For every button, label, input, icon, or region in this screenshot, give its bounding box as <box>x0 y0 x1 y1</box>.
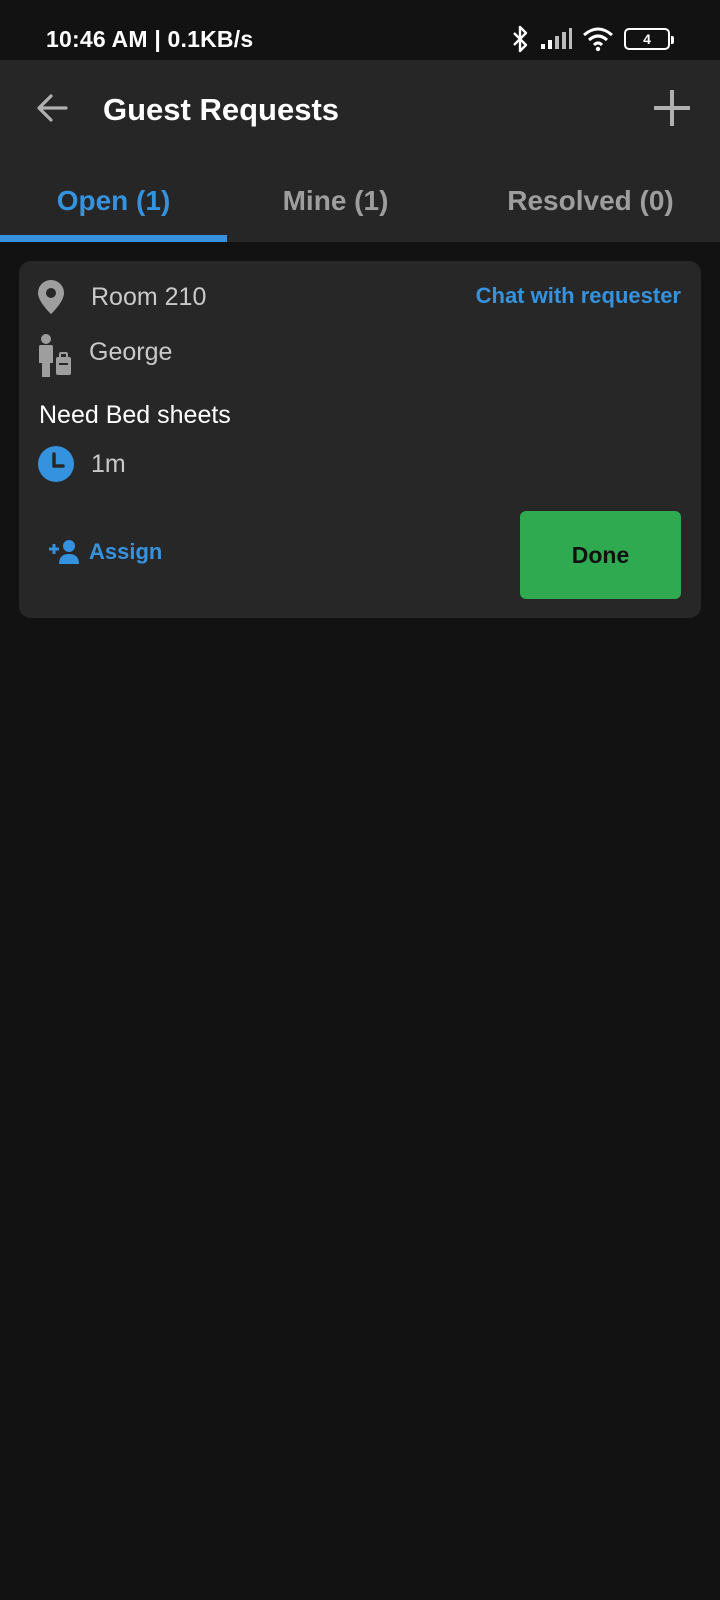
battery-level: 4 <box>643 31 651 47</box>
request-description: Need Bed sheets <box>39 401 231 429</box>
tab-bar: Open (1) Mine (1) Resolved (0) <box>0 160 720 242</box>
status-bar: 10:46 AM | 0.1KB/s 4 <box>0 0 720 60</box>
guest-row: George <box>37 333 172 377</box>
room-number: Room 210 <box>91 282 207 311</box>
chat-with-requester-link[interactable]: Chat with requester <box>476 283 681 309</box>
tab-indicator <box>0 235 227 242</box>
signal-icon <box>541 28 572 49</box>
status-time: 10:46 AM | 0.1KB/s <box>46 26 254 52</box>
battery-icon: 4 <box>624 28 674 50</box>
wifi-icon <box>583 27 613 52</box>
assign-button[interactable]: Assign <box>47 539 162 565</box>
time-row: 1m <box>37 445 126 483</box>
clock-icon <box>38 446 74 482</box>
elapsed-time: 1m <box>91 449 126 478</box>
tab-mine[interactable]: Mine (1) <box>222 160 449 242</box>
add-person-icon <box>49 540 79 564</box>
plus-icon[interactable] <box>652 88 692 128</box>
guest-name: George <box>89 337 173 366</box>
page-title: Guest Requests <box>103 92 340 127</box>
tab-resolved[interactable]: Resolved (0) <box>477 160 704 242</box>
done-button[interactable]: Done <box>520 511 681 599</box>
guest-luggage-icon <box>39 334 71 377</box>
system-icons: 4 <box>510 24 674 54</box>
assign-label: Assign <box>89 539 163 564</box>
room-row: Room 210 <box>37 279 206 315</box>
app-bar: Guest Requests <box>0 60 720 160</box>
back-arrow-icon[interactable] <box>34 90 70 126</box>
request-card: Room 210 Chat with requester George Need… <box>19 261 701 618</box>
location-pin-icon <box>38 280 64 314</box>
tab-open[interactable]: Open (1) <box>0 160 227 242</box>
bluetooth-icon <box>513 25 528 53</box>
